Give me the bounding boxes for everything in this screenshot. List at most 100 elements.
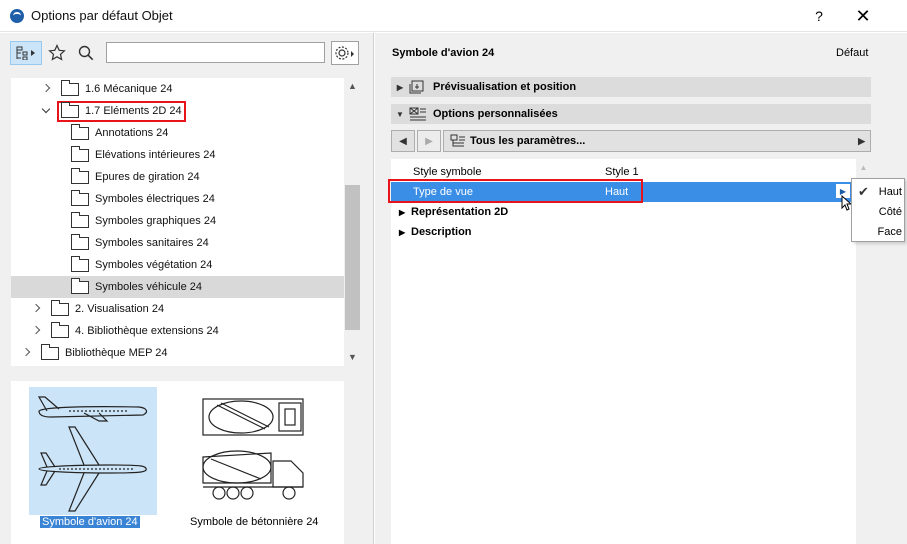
default-label: Défaut: [836, 47, 869, 59]
chevron-right-icon[interactable]: [31, 325, 43, 337]
triangle-right-icon: ▶: [396, 82, 404, 92]
scrollbar-thumb[interactable]: [345, 185, 360, 330]
next-button[interactable]: ▶: [417, 130, 441, 152]
object-title: Symbole d'avion 24: [392, 47, 495, 59]
tree-scrollbar[interactable]: ▲ ▼: [344, 78, 361, 366]
right-panel: Symbole d'avion 24 Défaut ▶ Prévisualisa…: [375, 33, 907, 544]
tree-item[interactable]: Symboles électriques 24: [11, 188, 344, 210]
preview-caption[interactable]: Symbole de bétonnière 24: [190, 516, 318, 528]
mouse-cursor-icon: [841, 195, 851, 211]
scroll-up-icon[interactable]: ▲: [344, 78, 361, 95]
gear-icon: [335, 46, 354, 60]
parameter-value[interactable]: Style 1: [605, 166, 639, 178]
section-label: Options personnalisées: [433, 108, 558, 120]
tree-item-label: Epures de giration 24: [95, 171, 200, 183]
parameter-set-select[interactable]: Tous les paramètres... ▶: [443, 130, 871, 152]
folder-icon: [71, 123, 89, 140]
triangle-right-icon: ▶: [399, 227, 406, 237]
chevron-right-icon[interactable]: [41, 83, 53, 95]
folder-icon: [41, 343, 59, 360]
tree-item[interactable]: Symboles végétation 24: [11, 254, 344, 276]
left-panel: 1.6 Mécanique 24 1.7 Eléments 2D 24 Annota…: [0, 33, 374, 544]
tree-item-label: Symboles sanitaires 24: [95, 237, 209, 249]
tree-item[interactable]: Elévations intérieures 24: [11, 144, 344, 166]
folder-icon: [51, 321, 69, 338]
folder-icon: [51, 299, 69, 316]
tree-item[interactable]: Symboles véhicule 24: [11, 276, 344, 298]
search-button[interactable]: [74, 41, 98, 65]
tree-item[interactable]: Annotations 24: [11, 122, 344, 144]
window-title: Options par défaut Objet: [31, 8, 173, 23]
group-name: Description: [411, 226, 472, 238]
library-tree: 1.6 Mécanique 24 1.7 Eléments 2D 24 Annota…: [11, 78, 361, 366]
preview-tile[interactable]: [29, 387, 157, 515]
parameter-set-label: Tous les paramètres...: [470, 135, 586, 147]
scroll-down-icon[interactable]: ▼: [344, 349, 361, 366]
folder-icon: [71, 145, 89, 162]
triangle-right-icon: ▶: [425, 135, 433, 147]
folder-icon: [71, 167, 89, 184]
preview-area: Symbole d'avion 24 Symbole de bétonnière…: [11, 381, 344, 544]
tree-item-label: 1.7 Eléments 2D 24: [85, 105, 182, 117]
dropdown-option[interactable]: Côté: [852, 202, 906, 222]
tree-item-label: 4. Bibliothèque extensions 24: [75, 325, 219, 337]
folder-icon: [71, 189, 89, 206]
chevron-right-icon[interactable]: [31, 303, 43, 315]
close-button[interactable]: ✕: [848, 3, 878, 29]
folder-icon: [71, 211, 89, 228]
preview-caption[interactable]: Symbole d'avion 24: [40, 516, 140, 528]
preview-position-icon: [409, 80, 427, 95]
airplane-icon: [37, 396, 148, 512]
parameters-icon: [450, 134, 465, 147]
parameter-group[interactable]: ▶ Description: [391, 222, 856, 242]
tree-item[interactable]: 1.7 Eléments 2D 24: [11, 100, 344, 122]
folder-icon: [61, 101, 79, 118]
previous-button[interactable]: ◀: [391, 130, 415, 152]
title-bar: Options par défaut Objet ? ✕: [0, 0, 907, 32]
value-dropdown: ✔ Haut Côté Face: [851, 178, 905, 242]
triangle-right-icon: ▶: [858, 135, 865, 146]
chevron-right-icon[interactable]: [21, 347, 33, 359]
tree-item-label: 1.6 Mécanique 24: [85, 83, 173, 95]
parameter-list: Style symbole Style 1 Type de vue Haut ▶…: [391, 159, 856, 544]
favorites-button[interactable]: [46, 41, 68, 65]
chevron-down-icon[interactable]: [41, 105, 53, 117]
parameter-group[interactable]: ▶ Représentation 2D: [391, 202, 856, 222]
scroll-up-icon[interactable]: ▲: [856, 163, 871, 172]
tree-item-label: Symboles végétation 24: [95, 259, 213, 271]
triangle-down-icon: ▼: [396, 109, 404, 119]
tree-item-label: Annotations 24: [95, 127, 169, 139]
folder-icon: [71, 255, 89, 272]
tree-item[interactable]: Epures de giration 24: [11, 166, 344, 188]
help-button[interactable]: ?: [806, 3, 832, 29]
settings-menu-button[interactable]: [331, 41, 359, 65]
triangle-right-icon: ▶: [399, 207, 406, 217]
option-label: Côté: [878, 206, 902, 218]
tree-item-label: Symboles graphiques 24: [95, 215, 217, 227]
tree-item-label: Elévations intérieures 24: [95, 149, 216, 161]
tree-item[interactable]: Symboles sanitaires 24: [11, 232, 344, 254]
option-label: Face: [877, 226, 902, 238]
tree-item[interactable]: Bibliothèque MEP 24: [11, 342, 344, 364]
tree-item[interactable]: 2. Visualisation 24: [11, 298, 344, 320]
dropdown-option[interactable]: Face: [852, 222, 906, 242]
parameter-name: Style symbole: [413, 166, 482, 178]
search-input[interactable]: [106, 42, 325, 63]
search-icon: [78, 45, 94, 61]
tree-item[interactable]: 1.6 Mécanique 24: [11, 78, 344, 100]
folder-icon: [71, 233, 89, 250]
tree-item[interactable]: Symboles graphiques 24: [11, 210, 344, 232]
tree-item-label: Symboles électriques 24: [95, 193, 215, 205]
app-logo-icon: [10, 9, 24, 23]
folder-icon: [71, 277, 89, 294]
section-custom-options[interactable]: ▼ Options personnalisées: [391, 104, 871, 124]
preview-scrollbar[interactable]: [346, 381, 361, 544]
star-icon: [48, 44, 66, 61]
folder-tree-button[interactable]: [10, 41, 42, 65]
tree-item[interactable]: 4. Bibliothèque extensions 24: [11, 320, 344, 342]
section-preview-position[interactable]: ▶ Prévisualisation et position: [391, 77, 871, 97]
dropdown-option[interactable]: ✔ Haut: [852, 182, 906, 202]
highlight-box: [388, 179, 643, 203]
preview-tile[interactable]: [191, 387, 319, 515]
cement-mixer-icon: [202, 398, 304, 500]
